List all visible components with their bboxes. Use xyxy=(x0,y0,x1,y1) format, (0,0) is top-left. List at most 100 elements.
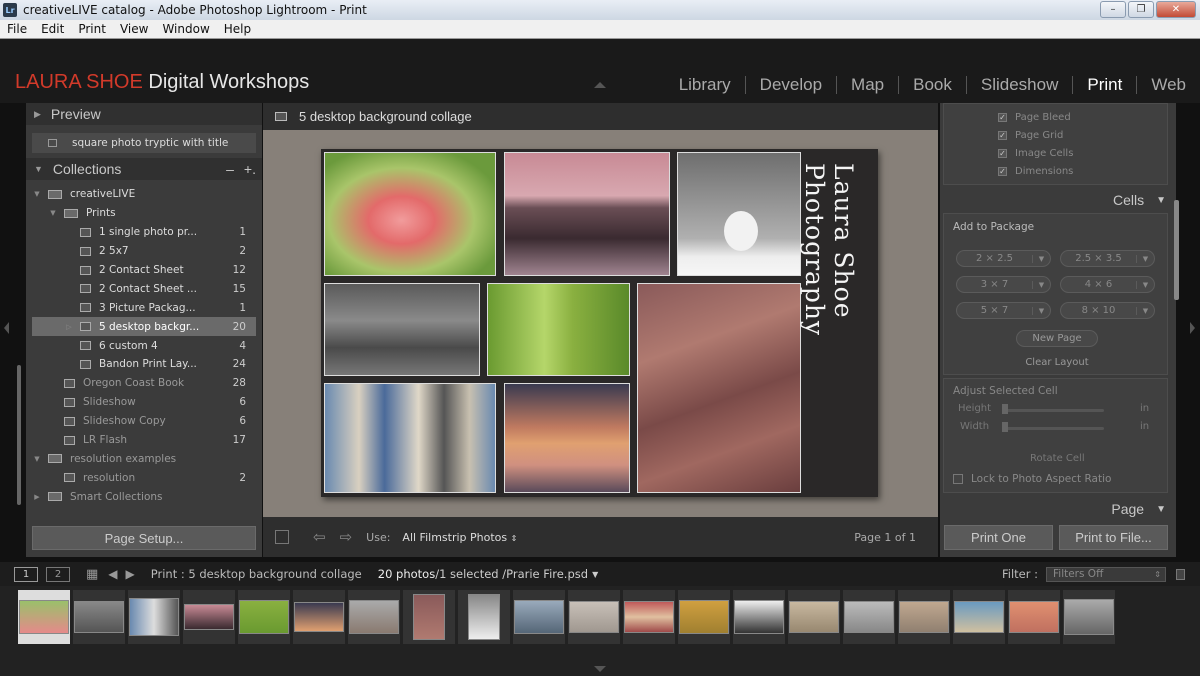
lock-aspect-checkbox[interactable]: Lock to Photo Aspect Ratio xyxy=(953,473,1111,485)
collection-row[interactable]: 2 5x7 2 xyxy=(32,242,256,261)
size-3x7-button[interactable]: 3 × 7 ▼ xyxy=(956,276,1051,293)
collection-row[interactable]: 2 Contact Sheet 12 xyxy=(32,261,256,280)
collections-panel-header[interactable]: ▼ Collections – +. xyxy=(26,158,262,180)
dropdown-arrow-icon[interactable]: ▼ xyxy=(1136,280,1154,289)
page-panel-header[interactable]: Page ▼ xyxy=(940,498,1176,520)
collapse-top-panel-icon[interactable] xyxy=(594,82,606,88)
collapse-filmstrip-icon[interactable] xyxy=(594,666,606,672)
module-library[interactable]: Library xyxy=(665,75,745,95)
filmstrip-thumbnail[interactable] xyxy=(953,590,1005,644)
main-window-button[interactable]: 1 xyxy=(14,566,38,582)
height-slider[interactable] xyxy=(1004,409,1104,412)
print-to-file-button[interactable]: Print to File... xyxy=(1059,525,1168,550)
minimize-button[interactable]: – xyxy=(1100,1,1126,18)
photo-cell[interactable] xyxy=(324,152,496,276)
menu-help[interactable]: Help xyxy=(224,22,251,36)
photo-cell[interactable] xyxy=(324,383,496,493)
filter-lock-icon[interactable] xyxy=(1176,568,1185,580)
module-develop[interactable]: Develop xyxy=(746,75,836,95)
filmstrip-thumbnail[interactable] xyxy=(733,590,785,644)
filmstrip-thumbnail[interactable] xyxy=(348,590,400,644)
guide-dimensions[interactable]: ✓ Dimensions xyxy=(944,162,1167,180)
dropdown-arrow-icon[interactable]: ▼ xyxy=(1032,306,1050,315)
filmstrip-thumbnail[interactable] xyxy=(623,590,675,644)
collapse-left-panel-icon[interactable] xyxy=(4,322,9,334)
collection-row[interactable]: ▼ resolution examples xyxy=(32,449,256,468)
collection-row[interactable]: ▼ Prints xyxy=(32,204,256,223)
selection-info[interactable]: /1 selected /Prarie Fire.psd xyxy=(435,567,588,581)
collection-row[interactable]: 1 single photo pr... 1 xyxy=(32,223,256,242)
collection-row[interactable]: resolution 2 xyxy=(32,468,256,487)
new-page-button[interactable]: New Page xyxy=(1016,330,1098,347)
size-4x6-button[interactable]: 4 × 6 ▼ xyxy=(1060,276,1155,293)
module-web[interactable]: Web xyxy=(1137,75,1200,95)
photo-cell[interactable] xyxy=(504,383,630,493)
collection-row[interactable]: ▶ Smart Collections xyxy=(32,487,256,506)
filmstrip-thumbnail[interactable] xyxy=(128,590,180,644)
size-2.5x3.5-button[interactable]: 2.5 × 3.5 ▼ xyxy=(1060,250,1155,267)
collapse-right-panel-icon[interactable] xyxy=(1190,322,1195,334)
menu-file[interactable]: File xyxy=(7,22,27,36)
dropdown-arrow-icon[interactable]: ▼ xyxy=(1136,306,1154,315)
use-select[interactable]: All Filmstrip Photos ⇕ xyxy=(402,531,517,544)
collection-row[interactable]: ▷ 5 desktop backgr... 20 xyxy=(32,317,256,337)
slider-thumb[interactable] xyxy=(1002,404,1008,414)
disclosure-triangle-icon[interactable]: ▼ xyxy=(48,209,58,217)
photo-cell[interactable] xyxy=(487,283,630,376)
filmstrip-thumbnail[interactable] xyxy=(458,590,510,644)
collection-row[interactable]: Bandon Print Lay... 24 xyxy=(32,355,256,374)
rotate-cell-button[interactable]: Rotate Cell xyxy=(1030,453,1085,464)
back-arrow-icon[interactable]: ◀ xyxy=(108,567,117,581)
dropdown-arrow-icon[interactable]: ▼ xyxy=(1136,254,1154,263)
menu-window[interactable]: Window xyxy=(162,22,209,36)
filmstrip-thumbnail[interactable] xyxy=(898,590,950,644)
filmstrip-thumbnail[interactable] xyxy=(568,590,620,644)
grid-view-icon[interactable]: ▦ xyxy=(86,567,98,582)
disclosure-triangle-icon[interactable]: ▼ xyxy=(32,190,42,198)
close-button[interactable]: ✕ xyxy=(1156,1,1196,18)
width-slider[interactable] xyxy=(1004,427,1104,430)
filmstrip-thumbnail[interactable] xyxy=(18,590,70,644)
photo-text-overlay[interactable]: Laura Shoe Photography xyxy=(800,163,858,483)
filmstrip-thumbnail[interactable] xyxy=(678,590,730,644)
slider-thumb[interactable] xyxy=(1002,422,1008,432)
filmstrip-thumbnail[interactable] xyxy=(183,590,235,644)
previous-page-icon[interactable]: ⇦ xyxy=(313,528,326,546)
filmstrip-thumbnail[interactable] xyxy=(1008,590,1060,644)
filter-select[interactable]: Filters Off ⇕ xyxy=(1046,566,1166,582)
maximize-button[interactable]: ❐ xyxy=(1128,1,1154,18)
remove-collection-button[interactable]: – xyxy=(226,161,234,177)
module-slideshow[interactable]: Slideshow xyxy=(967,75,1073,95)
collection-row[interactable]: 6 custom 4 4 xyxy=(32,336,256,355)
module-print[interactable]: Print xyxy=(1073,75,1136,95)
filmstrip-thumbnail[interactable] xyxy=(73,590,125,644)
filmstrip-thumbnail[interactable] xyxy=(788,590,840,644)
next-page-icon[interactable]: ⇨ xyxy=(340,528,353,546)
menu-edit[interactable]: Edit xyxy=(41,22,64,36)
print-one-button[interactable]: Print One xyxy=(944,525,1053,550)
page-setup-button[interactable]: Page Setup... xyxy=(32,526,256,550)
disclosure-triangle-icon[interactable]: ▶ xyxy=(32,493,42,501)
photo-cell[interactable] xyxy=(324,283,480,376)
left-panel-scrollbar[interactable] xyxy=(17,365,21,505)
preview-panel-header[interactable]: ▶ Preview xyxy=(26,103,262,125)
disclosure-triangle-icon[interactable]: ▷ xyxy=(64,323,74,331)
size-2x2.5-button[interactable]: 2 × 2.5 ▼ xyxy=(956,250,1051,267)
filmstrip-thumbnail[interactable] xyxy=(293,590,345,644)
photo-cell[interactable] xyxy=(677,152,801,276)
forward-arrow-icon[interactable]: ▶ xyxy=(126,567,135,581)
source-path[interactable]: Print : 5 desktop background collage xyxy=(151,567,362,581)
dropdown-arrow-icon[interactable]: ▼ xyxy=(1032,280,1050,289)
clear-layout-button[interactable]: Clear Layout xyxy=(1016,354,1098,371)
module-book[interactable]: Book xyxy=(899,75,966,95)
collection-row[interactable]: Slideshow Copy 6 xyxy=(32,412,256,431)
right-panel-scrollbar[interactable] xyxy=(1174,200,1179,300)
dropdown-arrow-icon[interactable]: ▼ xyxy=(1032,254,1050,263)
source-dropdown-icon[interactable]: ▼ xyxy=(592,570,598,579)
stop-icon[interactable] xyxy=(275,530,289,544)
cells-panel-header[interactable]: Cells ▼ xyxy=(940,189,1176,211)
filmstrip-thumbnail[interactable] xyxy=(513,590,565,644)
module-map[interactable]: Map xyxy=(837,75,898,95)
collection-row[interactable]: 3 Picture Packag... 1 xyxy=(32,298,256,317)
filmstrip-thumbnail[interactable] xyxy=(238,590,290,644)
